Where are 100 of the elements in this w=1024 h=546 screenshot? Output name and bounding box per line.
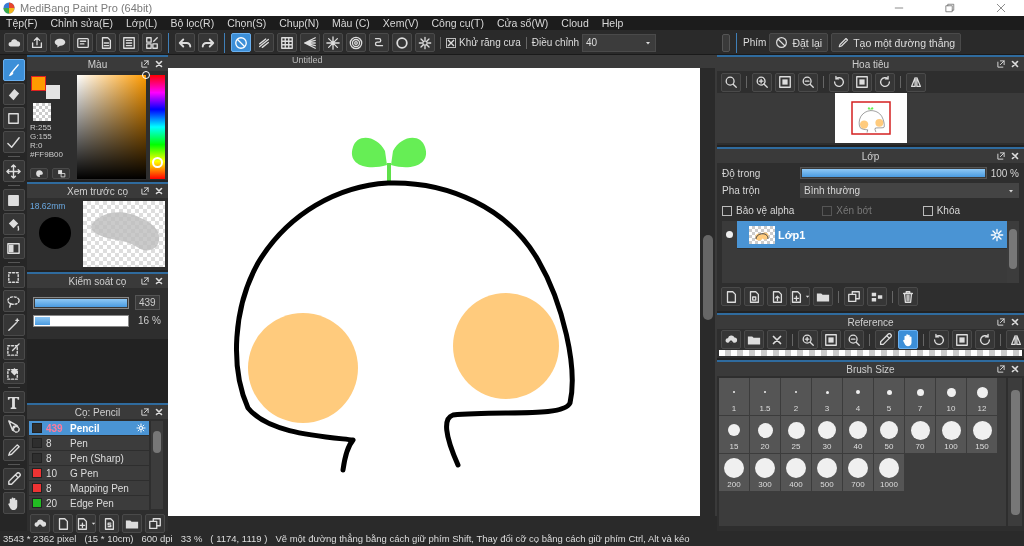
size-label: 4	[855, 404, 861, 413]
menu-item[interactable]: Cửa sổ(W)	[496, 17, 549, 29]
brush-size-preset[interactable]: 1000	[874, 454, 904, 491]
brush-size-preset[interactable]: 10	[936, 378, 966, 415]
status-text: ( 1174, 1119 )	[210, 533, 268, 544]
brush-size: 10	[46, 467, 59, 479]
size-label: 400	[789, 480, 803, 489]
brush-name: Mapping Pen	[70, 482, 130, 494]
layer-row[interactable]: Lớp1	[722, 221, 1007, 249]
brush-size-preset[interactable]: 2	[781, 378, 811, 415]
reset-button[interactable]: Đặt lại	[769, 33, 829, 52]
brush-size-preset[interactable]: 4	[843, 378, 873, 415]
layer-name: Lớp1	[778, 228, 807, 241]
size-label: 200	[727, 480, 741, 489]
brush-size-preset[interactable]: 20	[750, 416, 780, 453]
brush-size-label: 18.62mm	[30, 201, 66, 211]
menu-item[interactable]: Chụp(N)	[279, 17, 319, 29]
color-value: #FF9B00	[30, 150, 64, 159]
panel-title: Brush Size	[845, 363, 896, 375]
menu-item[interactable]: Lớp(L)	[125, 17, 158, 29]
size-label: 40	[853, 442, 863, 451]
brush-size: 8	[46, 482, 53, 494]
brush-size-preset[interactable]: 400	[781, 454, 811, 491]
size-label: 7	[917, 404, 923, 413]
size-label: 10	[946, 404, 956, 413]
brush-item[interactable]: 10 G Pen	[29, 466, 149, 480]
brush-size-preset[interactable]: 25	[781, 416, 811, 453]
brush-size-preset[interactable]: 7	[905, 378, 935, 415]
menu-item[interactable]: Cloud	[561, 17, 589, 29]
menu-item[interactable]: Xem(V)	[382, 17, 419, 29]
brush-item[interactable]: 439 Pencil	[29, 421, 149, 435]
brush-size-preset[interactable]: 700	[843, 454, 873, 491]
size-label: 30	[822, 442, 832, 451]
opacity-value: 16 %	[137, 314, 162, 327]
size-label: 20	[760, 442, 770, 451]
color-value: R:0	[30, 141, 44, 150]
menu-item[interactable]: Chỉnh sửa(E)	[50, 17, 113, 29]
size-label: 1	[731, 404, 737, 413]
field-label: Pha trộn	[722, 185, 761, 196]
brush-size-preset[interactable]: 30	[812, 416, 842, 453]
panel-title: Lớp	[860, 150, 881, 162]
checkbox-label: Bảo vệ alpha	[736, 205, 795, 216]
correction-dropdown[interactable]: 40	[582, 33, 657, 52]
color-value: G:155	[30, 132, 53, 141]
size-label: 12	[977, 404, 987, 413]
menu-item[interactable]: Tệp(F)	[6, 17, 38, 29]
size-label: 1.5	[759, 404, 771, 413]
brush-size-preset[interactable]: 50	[874, 416, 904, 453]
panel-title: Kiểm soát cọ	[67, 275, 128, 287]
panel-title: Xem trước cọ	[65, 185, 129, 197]
brush-size-preset[interactable]: 1.5	[750, 378, 780, 415]
brush-size-preset[interactable]: 3	[812, 378, 842, 415]
menu-item[interactable]: Help	[601, 17, 624, 29]
size-label: 25	[791, 442, 801, 451]
size-label: 50	[884, 442, 894, 451]
brush-item[interactable]: 8 Mapping Pen	[29, 481, 149, 495]
brush-size: 439	[46, 422, 64, 434]
brush-size-preset[interactable]: 70	[905, 416, 935, 453]
menu-item[interactable]: Công cụ(T)	[431, 17, 484, 29]
size-label: 2	[793, 404, 799, 413]
brush-name: Pencil	[70, 422, 101, 434]
brush-size-preset[interactable]: 200	[719, 454, 749, 491]
status-text: (15 * 10cm)	[84, 533, 134, 544]
document-tab[interactable]: Untitled	[288, 55, 327, 68]
field-label: Điều chỉnh	[531, 37, 580, 48]
brush-size-preset[interactable]: 40	[843, 416, 873, 453]
size-label: 3	[824, 404, 830, 413]
panel-title: Hoa tiêu	[850, 58, 891, 70]
size-label: 500	[820, 480, 834, 489]
window-title: MediBang Paint Pro (64bit)	[20, 2, 153, 14]
menu-item[interactable]: Chọn(S)	[227, 17, 267, 29]
brush-size: 8	[46, 437, 53, 449]
brush-item[interactable]: 8 Pen	[29, 436, 149, 450]
brush-item[interactable]: 8 Pen (Sharp)	[29, 451, 149, 465]
brush-size-preset[interactable]: 15	[719, 416, 749, 453]
brush-size-preset[interactable]: 100	[936, 416, 966, 453]
brush-name: Edge Pen	[70, 497, 115, 509]
menu-item[interactable]: Bộ lọc(R)	[170, 17, 215, 29]
checkbox-label: Khóa	[936, 205, 960, 216]
brush-name: Pen	[70, 437, 89, 449]
brush-size-value: 439	[135, 295, 160, 310]
color-value: R:255	[30, 123, 53, 132]
field-label: Độ trong	[722, 167, 762, 179]
brush-size-preset[interactable]: 12	[967, 378, 997, 415]
straight-line-button[interactable]: Tạo một đường thẳng	[831, 33, 962, 52]
brush-size-preset[interactable]: 150	[967, 416, 997, 453]
panel-title: Màu	[86, 58, 109, 70]
brush-name: G Pen	[70, 467, 100, 479]
brush-size-preset[interactable]: 300	[750, 454, 780, 491]
status-text: 600 dpi	[141, 533, 173, 544]
size-label: 1000	[880, 480, 898, 489]
size-label: 5	[886, 404, 892, 413]
panel-title: Reference	[846, 316, 895, 328]
menu-item[interactable]: Màu (C)	[331, 17, 370, 29]
brush-size-preset[interactable]: 1	[719, 378, 749, 415]
size-label: 700	[851, 480, 865, 489]
brush-size-preset[interactable]: 500	[812, 454, 842, 491]
brush-item[interactable]: 20 Edge Pen	[29, 496, 149, 510]
blend-mode-dropdown[interactable]: Bình thường	[800, 183, 1019, 198]
brush-size-preset[interactable]: 5	[874, 378, 904, 415]
